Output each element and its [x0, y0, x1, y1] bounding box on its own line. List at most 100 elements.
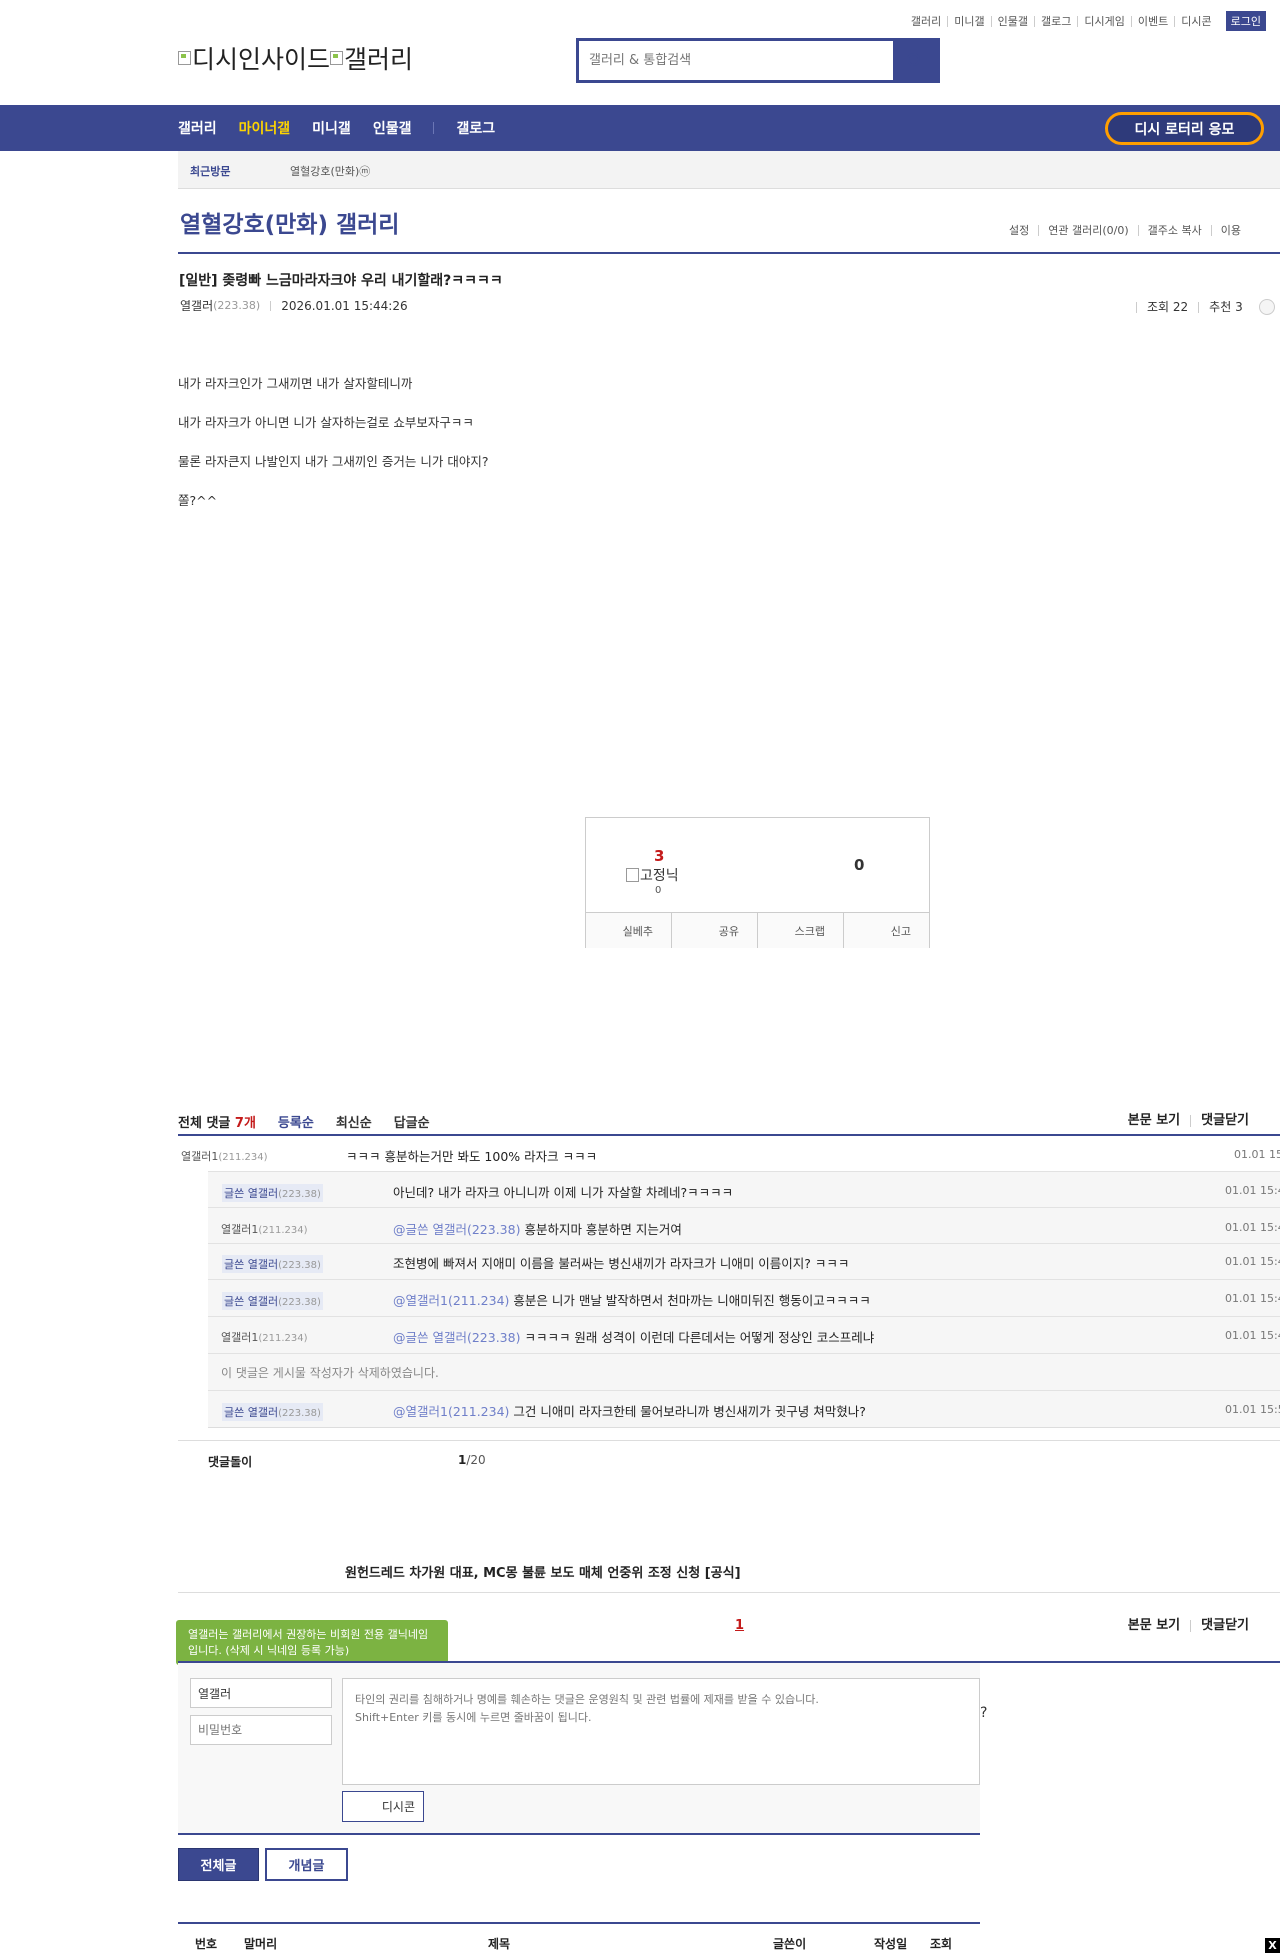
util-persongal[interactable]: 인물갤 [990, 15, 1034, 27]
upvote-count[interactable]: 3 [654, 847, 664, 865]
comment-date: 01.01 15 [1234, 1148, 1280, 1161]
comment-text: ㅋㅋㅋ 흥분하는거만 봐도 100% 라자크 ㅋㅋㅋ [346, 1149, 598, 1164]
news-link[interactable]: 원헌드레드 차가원 대표, MC몽 불륜 보도 매체 언중위 조정 신청 [공식… [345, 1562, 741, 1581]
search-icon [907, 52, 920, 66]
deleted-comment: 이 댓글은 게시물 작성자가 삭제하였습니다. [178, 1364, 1280, 1388]
global-nav: 갤러리 마이너갤 미니갤 인물갤 갤로그 디시 로터리 응모 [0, 105, 1280, 151]
comment-count: 7개 [234, 1115, 256, 1131]
post-body-line: 내가 라자크인가 그새끼면 내가 살자할테니까 [178, 376, 413, 391]
password-field[interactable] [190, 1715, 332, 1745]
comment-date: 01.01 15:4 [1225, 1329, 1280, 1342]
comment-write-box: ? 디시콘 [178, 1663, 987, 1833]
vote-actions: 실베추 공유 스크랩 신고 [586, 912, 929, 948]
divider [208, 1243, 1280, 1244]
total-pages: /20 [466, 1453, 486, 1467]
tab-all-posts[interactable]: 전체글 [178, 1848, 259, 1881]
gallery-title[interactable]: 열혈강호(만화) 갤러리 [180, 205, 399, 239]
nav-divider [433, 122, 435, 134]
comment-nick[interactable]: 글쓴 열갤러(223.38) [222, 1184, 323, 1202]
nav-minor-gallery[interactable]: 마이너갤 [239, 118, 291, 138]
nav-gallery[interactable]: 갤러리 [178, 118, 217, 138]
comment-bot-label[interactable]: 댓글돌이 [208, 1453, 252, 1470]
search-button[interactable] [893, 41, 937, 80]
comment-textarea[interactable] [342, 1678, 980, 1785]
search-input[interactable] [579, 41, 893, 80]
downvote-count[interactable]: 0 [854, 856, 864, 874]
option-related-gallery[interactable]: 연관 갤러리(0/0) [1038, 225, 1137, 236]
nav-person-gallery[interactable]: 인물갤 [373, 118, 412, 138]
help-icon[interactable]: ? [980, 1705, 987, 1721]
divider [208, 1207, 1280, 1208]
mention-link[interactable]: @열갤러1(211.234) [393, 1293, 509, 1308]
util-gallog[interactable]: 갤로그 [1034, 15, 1077, 27]
sort-registered[interactable]: 등록순 [278, 1112, 314, 1131]
sort-replies[interactable]: 답글순 [394, 1112, 430, 1131]
post-author[interactable]: 열갤러 [180, 297, 213, 314]
guest-nick-tooltip: 열갤러는 갤러리에서 권장하는 비회원 전용 갤닉네임입니다. (삭제 시 닉네… [176, 1620, 448, 1672]
comment-text: @열갤러1(211.234) 흥분은 니가 맨날 발작하면서 천마까는 니애미뒤… [393, 1293, 871, 1308]
divider [178, 1592, 1280, 1593]
view-body-button[interactable]: 본문 보기 [1118, 1619, 1190, 1632]
comment-nick[interactable]: 글쓴 열갤러(223.38) [222, 1403, 323, 1421]
dccon-button[interactable]: 디시콘 [342, 1791, 424, 1822]
mention-link[interactable]: @글쓴 열갤러(223.38) [393, 1222, 520, 1237]
divider [208, 1353, 1280, 1354]
post-author-ip: (223.38) [213, 299, 261, 312]
util-minigal[interactable]: 미니갤 [947, 15, 990, 27]
fixed-nick-label: 고정닉 [640, 868, 679, 884]
option-settings[interactable]: 설정 [1000, 225, 1038, 236]
post-recommend: 추천 3 [1198, 301, 1253, 313]
lottery-button[interactable]: 디시 로터리 응모 [1105, 112, 1264, 145]
search-box [576, 38, 940, 83]
gallery-divider [178, 252, 1280, 254]
comment-header: 전체 댓글 7개 등록순 최신순 답글순 본문 보기 댓글닫기 [178, 1108, 1280, 1134]
comment-date: 01.01 15:4 [1225, 1255, 1280, 1268]
reply-row: 글쓴 열갤러(223.38) 아닌데? 내가 라자크 아니니까 이제 니가 자살… [178, 1182, 1280, 1206]
divider [178, 1440, 1280, 1441]
close-comments-button[interactable]: 댓글닫기 [1190, 1114, 1259, 1127]
comment-total-label: 전체 댓글 [178, 1115, 231, 1131]
comment-nick[interactable]: 열갤러1(211.234) [221, 1329, 308, 1345]
util-dccon[interactable]: 디시콘 [1174, 15, 1217, 27]
col-views: 조회 [930, 1937, 953, 1951]
option-usage[interactable]: 이용 [1210, 225, 1250, 236]
broken-image-icon [178, 51, 191, 65]
nav-gallog[interactable]: 갤로그 [456, 118, 495, 138]
mention-link[interactable]: @글쓴 열갤러(223.38) [393, 1330, 520, 1345]
recent-visit-gallery[interactable]: 열혈강호(만화)ⓜ [290, 163, 370, 179]
comment-header-actions: 본문 보기 댓글닫기 [1118, 1108, 1280, 1134]
recent-visit-label: 최근방문 [190, 165, 231, 178]
divider [178, 1833, 980, 1835]
comment-page-1[interactable]: 1 [735, 1618, 744, 1633]
comment-nick[interactable]: 글쓴 열갤러(223.38) [222, 1292, 323, 1310]
report-button[interactable]: 신고 [843, 913, 929, 948]
post-body-line: 쫄?^^ [178, 493, 218, 508]
site-logo[interactable]: 디시인사이드 갤러리 [178, 40, 413, 76]
sort-latest[interactable]: 최신순 [336, 1112, 372, 1131]
util-dcgame[interactable]: 디시게임 [1077, 15, 1130, 27]
col-head: 말머리 [244, 1937, 278, 1951]
comment-nick[interactable]: 열갤러1(211.234) [221, 1221, 308, 1237]
comment-nick[interactable]: 열갤러1(211.234) [181, 1148, 268, 1164]
util-gallery[interactable]: 갤러리 [905, 16, 947, 27]
option-copy-address[interactable]: 갤주소 복사 [1137, 225, 1211, 236]
comment-text: 조현병에 빠져서 지애미 이름을 불러싸는 병신새끼가 라자크가 니애미 이름이… [393, 1256, 850, 1271]
scrap-button[interactable]: 스크랩 [757, 913, 843, 948]
comment-text: 아닌데? 내가 라자크 아니니까 이제 니가 자살할 차례네?ㅋㅋㅋㅋ [393, 1185, 734, 1200]
login-button[interactable]: 로그인 [1225, 11, 1266, 31]
mention-link[interactable]: @열갤러1(211.234) [393, 1404, 509, 1419]
view-body-button[interactable]: 본문 보기 [1118, 1114, 1190, 1127]
vote-box: 3 고정닉 0 0 실베추 공유 스크랩 신고 [585, 817, 930, 948]
fixed-nick-badge: 고정닉 [626, 865, 679, 885]
more-icon[interactable] [1258, 299, 1275, 315]
nav-mini-gallery[interactable]: 미니갤 [312, 118, 351, 138]
share-button[interactable]: 공유 [671, 913, 757, 948]
close-button[interactable]: X [1265, 1938, 1280, 1953]
best-recommend-button[interactable]: 실베추 [586, 913, 671, 948]
tab-concept-posts[interactable]: 개념글 [265, 1848, 348, 1881]
comment-nick[interactable]: 글쓴 열갤러(223.38) [222, 1255, 323, 1273]
close-comments-button[interactable]: 댓글닫기 [1190, 1619, 1259, 1632]
logo-gallery-text: 갤러리 [344, 45, 414, 74]
nickname-field[interactable] [190, 1678, 332, 1708]
util-event[interactable]: 이벤트 [1130, 15, 1174, 27]
